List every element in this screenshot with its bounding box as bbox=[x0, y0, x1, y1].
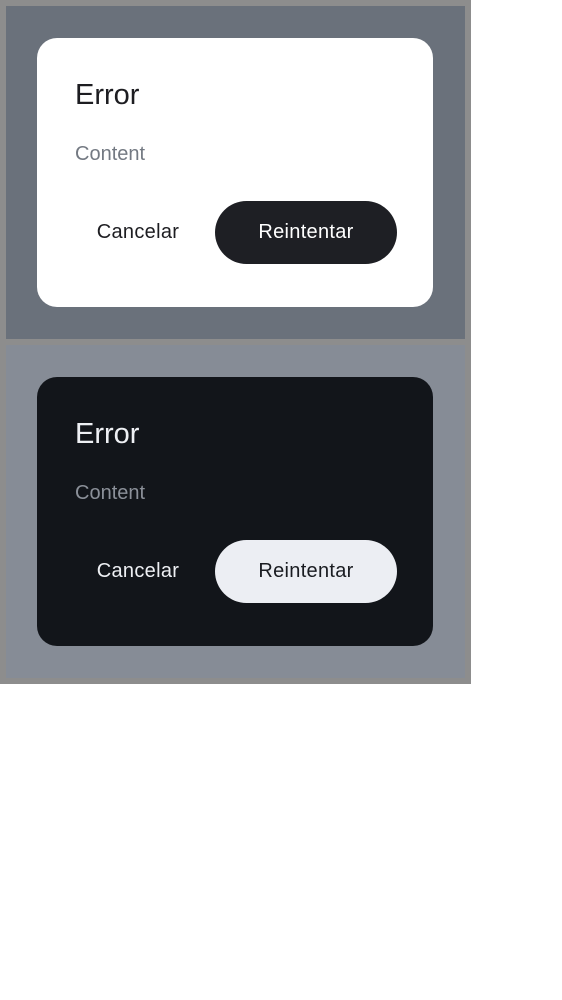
cancel-button[interactable]: Cancelar bbox=[75, 540, 201, 603]
cancel-button[interactable]: Cancelar bbox=[75, 201, 201, 264]
preview-frame: Error Content Cancelar Reintentar Error … bbox=[0, 0, 471, 684]
dialog-content: Content bbox=[75, 143, 146, 165]
dialog-title: Error bbox=[75, 79, 140, 111]
dialog-title: Error bbox=[75, 418, 140, 450]
error-dialog-dark: Error Content Cancelar Reintentar bbox=[37, 377, 433, 646]
error-dialog-light: Error Content Cancelar Reintentar bbox=[37, 38, 433, 307]
retry-button[interactable]: Reintentar bbox=[215, 540, 397, 603]
dialog-content: Content bbox=[75, 482, 146, 504]
retry-button[interactable]: Reintentar bbox=[215, 201, 397, 264]
light-theme-scrim: Error Content Cancelar Reintentar bbox=[6, 6, 465, 339]
dark-theme-scrim: Error Content Cancelar Reintentar bbox=[6, 345, 465, 678]
